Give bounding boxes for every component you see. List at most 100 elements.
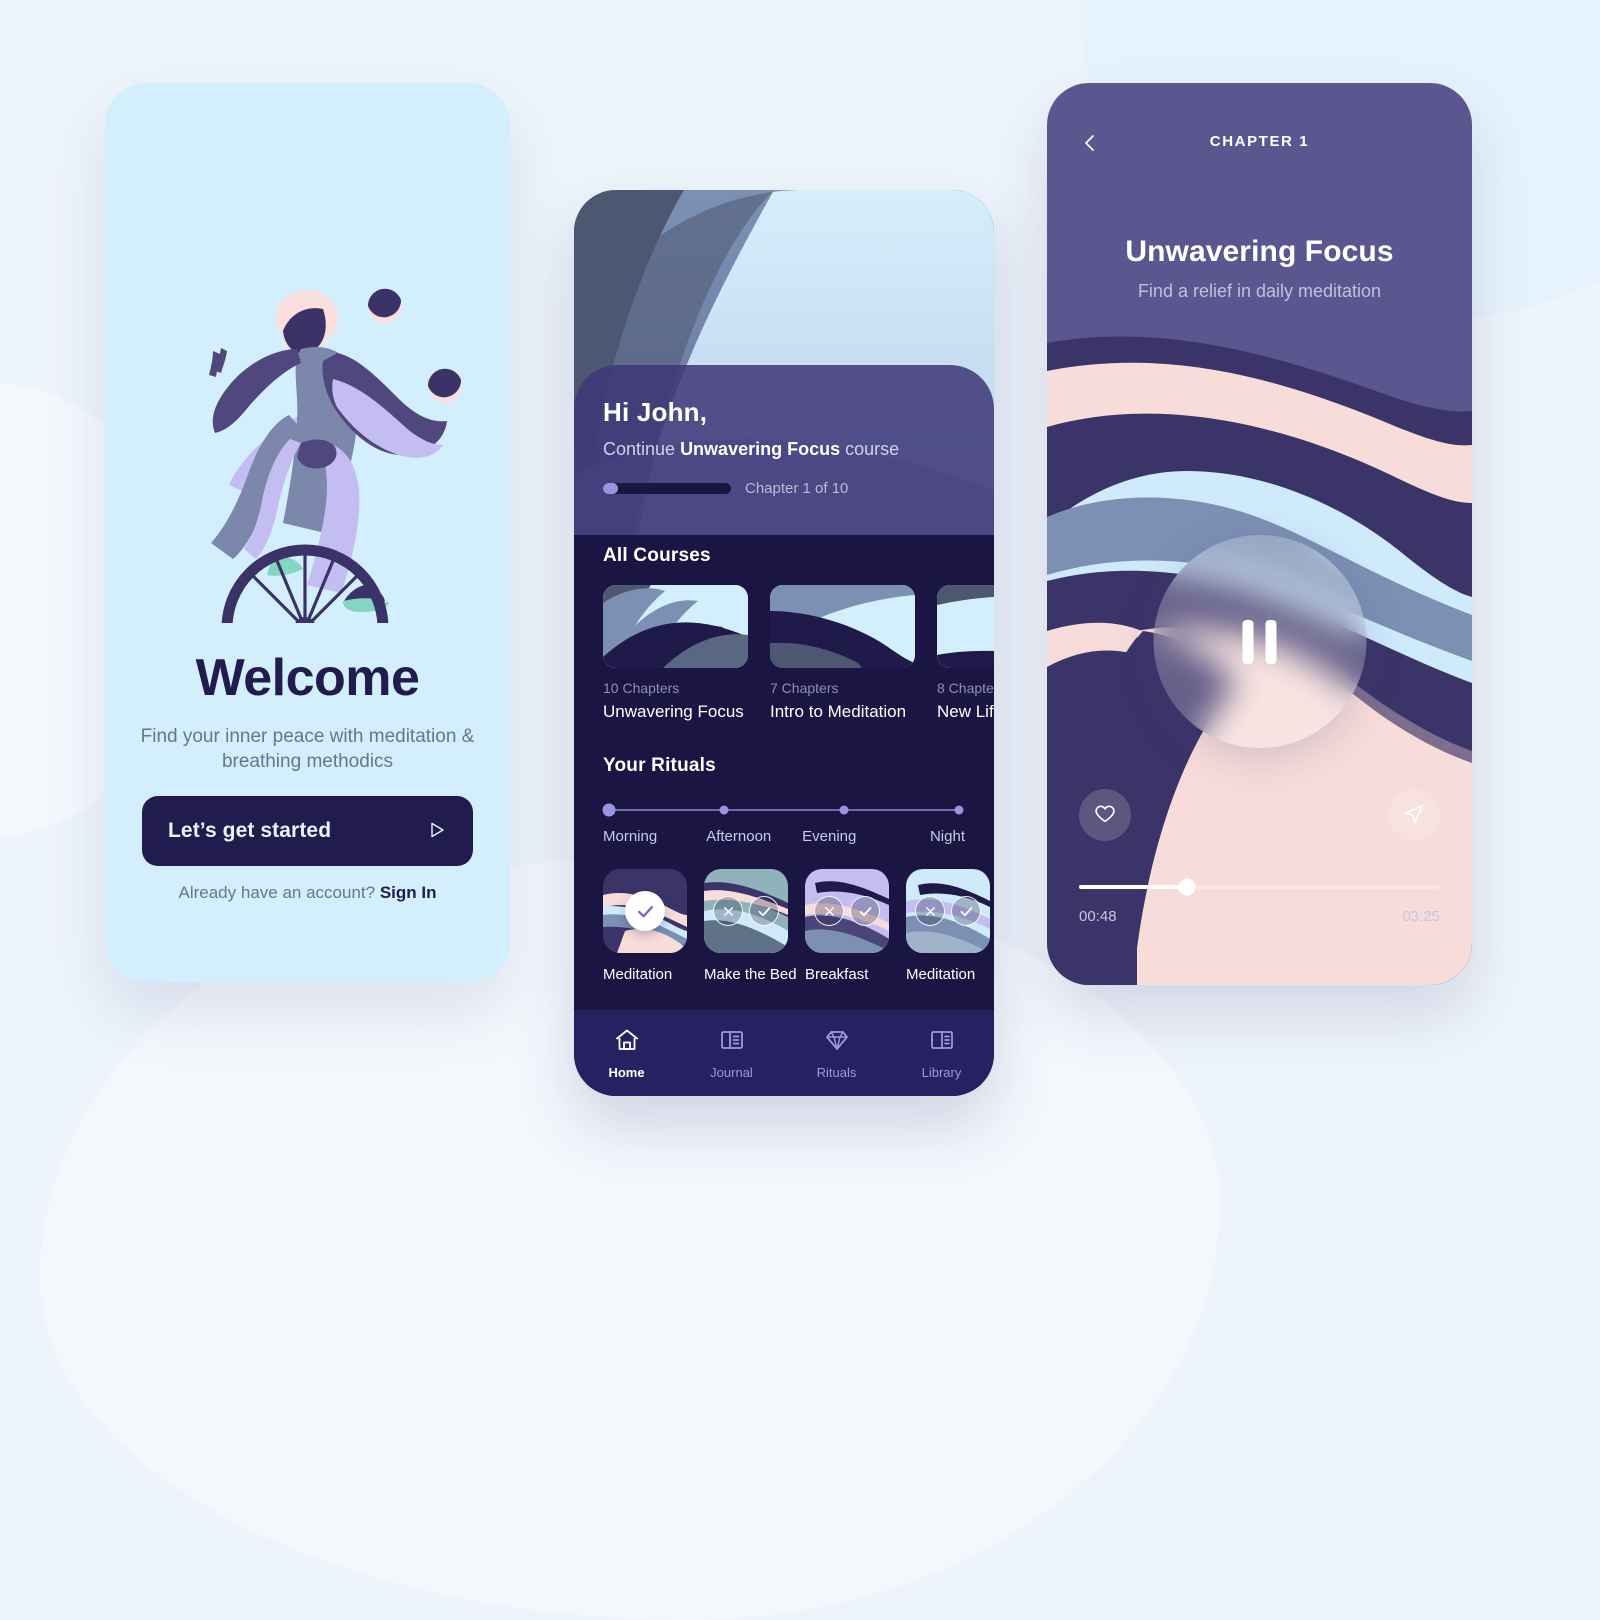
ritual-card[interactable]: Meditation bbox=[603, 869, 687, 983]
course-artwork bbox=[770, 585, 915, 668]
course-card[interactable]: 7 Chapters Intro to Meditation bbox=[770, 585, 915, 722]
seek-bar[interactable] bbox=[1079, 878, 1440, 896]
chapter-label: CHAPTER 1 bbox=[1209, 133, 1310, 150]
ritual-badges bbox=[805, 869, 889, 953]
page-title: Welcome bbox=[195, 649, 420, 707]
ritual-skip-button[interactable] bbox=[713, 896, 743, 926]
time-row: 00:48 03:25 bbox=[1079, 908, 1440, 925]
hero-banner: Hi John, Continue Unwavering Focus cours… bbox=[574, 190, 994, 535]
timeline-line bbox=[609, 809, 959, 811]
timeline-dot-afternoon[interactable] bbox=[719, 805, 729, 814]
ritual-card[interactable]: Meditation bbox=[906, 869, 990, 983]
ritual-skip-button[interactable] bbox=[814, 896, 844, 926]
home-icon bbox=[614, 1027, 640, 1058]
juggler-on-unicycle-illustration bbox=[105, 153, 510, 712]
welcome-subtitle: Find your inner peace with meditation & … bbox=[140, 726, 475, 773]
ritual-badges bbox=[906, 869, 990, 953]
timeline-label-afternoon: Afternoon bbox=[706, 828, 772, 845]
ritual-title: Meditation bbox=[906, 966, 976, 983]
player-title: Unwavering Focus bbox=[1125, 235, 1394, 268]
nav-item-home[interactable]: Home bbox=[574, 1027, 679, 1080]
course-progress-bar[interactable] bbox=[603, 483, 731, 494]
continue-line: Continue Unwavering Focus course bbox=[603, 439, 970, 460]
seek-fill bbox=[1079, 885, 1188, 889]
course-card[interactable]: 10 Chapters Unwavering Focus bbox=[603, 585, 748, 722]
timeline-label-evening: Evening bbox=[802, 828, 857, 845]
share-button[interactable] bbox=[1388, 789, 1440, 841]
send-icon bbox=[1403, 803, 1425, 828]
continue-suffix: course bbox=[840, 439, 900, 459]
timeline-dot-morning[interactable] bbox=[602, 803, 616, 816]
ritual-badges bbox=[603, 869, 687, 953]
get-started-button[interactable]: Let’s get started bbox=[142, 796, 473, 866]
timeline-label-morning: Morning bbox=[603, 828, 658, 845]
like-button[interactable] bbox=[1079, 789, 1131, 841]
seek-thumb[interactable] bbox=[1178, 878, 1196, 896]
course-title: New Life bbox=[937, 702, 994, 721]
your-rituals-title: Your Rituals bbox=[603, 755, 716, 776]
continue-course-name: Unwavering Focus bbox=[680, 439, 841, 459]
signin-link[interactable]: Sign In bbox=[380, 883, 437, 902]
course-chapter-count: 10 Chapters bbox=[603, 680, 680, 696]
ritual-artwork bbox=[603, 869, 687, 953]
timeline-dot-evening[interactable] bbox=[839, 805, 849, 814]
course-artwork bbox=[603, 585, 748, 668]
ritual-card[interactable]: Breakfast bbox=[805, 869, 889, 983]
hero-text: Hi John, Continue Unwavering Focus cours… bbox=[603, 397, 970, 497]
get-started-label: Let’s get started bbox=[168, 819, 332, 842]
nav-label: Home bbox=[608, 1064, 645, 1080]
player-controls: 00:48 03:25 bbox=[1079, 789, 1440, 925]
course-chapter-count: 8 Chapters bbox=[937, 680, 994, 696]
nav-item-journal[interactable]: Journal bbox=[679, 1027, 784, 1080]
bottom-navigation[interactable]: Home Journal Rituals Library bbox=[574, 1010, 994, 1096]
book-icon bbox=[719, 1027, 745, 1058]
library-icon bbox=[929, 1027, 955, 1058]
nav-item-rituals[interactable]: Rituals bbox=[784, 1027, 889, 1080]
course-progress-fill bbox=[603, 483, 619, 494]
welcome-screen: Welcome Find your inner peace with medit… bbox=[105, 83, 510, 983]
signin-prompt: Already have an account? bbox=[178, 883, 376, 902]
timeline-dot-night[interactable] bbox=[954, 805, 964, 814]
time-total: 03:25 bbox=[1402, 908, 1440, 925]
nav-label: Rituals bbox=[816, 1064, 857, 1080]
nav-item-library[interactable]: Library bbox=[889, 1027, 994, 1080]
ritual-artwork bbox=[704, 869, 788, 953]
ritual-title: Breakfast bbox=[805, 966, 869, 983]
ritual-skip-button[interactable] bbox=[915, 896, 945, 926]
diamond-icon bbox=[824, 1027, 850, 1058]
rituals-timeline[interactable] bbox=[602, 803, 965, 816]
ritual-title: Meditation bbox=[603, 966, 673, 983]
course-artwork bbox=[937, 585, 994, 668]
pause-icon bbox=[1242, 619, 1277, 664]
home-screen: Hi John, Continue Unwavering Focus cours… bbox=[574, 190, 994, 1096]
player-action-row bbox=[1079, 789, 1440, 841]
course-title: Intro to Meditation bbox=[770, 702, 907, 721]
ritual-title: Make the Bed bbox=[704, 966, 797, 983]
ritual-complete-button[interactable] bbox=[850, 896, 880, 926]
ritual-complete-button[interactable] bbox=[749, 896, 779, 926]
signin-row: Already have an account? Sign In bbox=[105, 883, 510, 903]
ritual-badges bbox=[704, 869, 788, 953]
nav-label: Journal bbox=[710, 1064, 753, 1080]
timeline-labels: Morning Afternoon Evening Night bbox=[603, 828, 965, 845]
nav-label: Library bbox=[921, 1064, 962, 1080]
ritual-complete-button[interactable] bbox=[951, 896, 981, 926]
course-card[interactable]: 8 Chapters New Life bbox=[937, 585, 994, 722]
continue-prefix: Continue bbox=[603, 439, 681, 459]
player-header: CHAPTER 1 Unwavering Focus Find a relief… bbox=[1047, 83, 1472, 331]
course-chapter-count: 7 Chapters bbox=[770, 680, 839, 696]
play-triangle-icon bbox=[427, 820, 447, 843]
heart-icon bbox=[1094, 803, 1116, 828]
player-subtitle: Find a relief in daily meditation bbox=[1137, 281, 1382, 301]
ritual-artwork bbox=[906, 869, 990, 953]
progress-row: Chapter 1 of 10 bbox=[603, 480, 970, 497]
time-elapsed: 00:48 bbox=[1079, 908, 1117, 925]
ritual-list[interactable]: Meditation Make the Bed Breakfast Meditatio… bbox=[574, 869, 994, 983]
play-pause-button[interactable] bbox=[1153, 535, 1366, 748]
ritual-card[interactable]: Make the Bed bbox=[704, 869, 797, 983]
ritual-done-badge[interactable] bbox=[625, 891, 665, 931]
your-rituals-section: Your Rituals Morning Afternoon Evening Nigh… bbox=[574, 755, 994, 983]
course-title: Unwavering Focus bbox=[603, 702, 744, 721]
progress-label: Chapter 1 of 10 bbox=[745, 480, 849, 497]
course-list[interactable]: 10 Chapters Unwavering Focus 7 Chapters Int… bbox=[574, 585, 994, 722]
